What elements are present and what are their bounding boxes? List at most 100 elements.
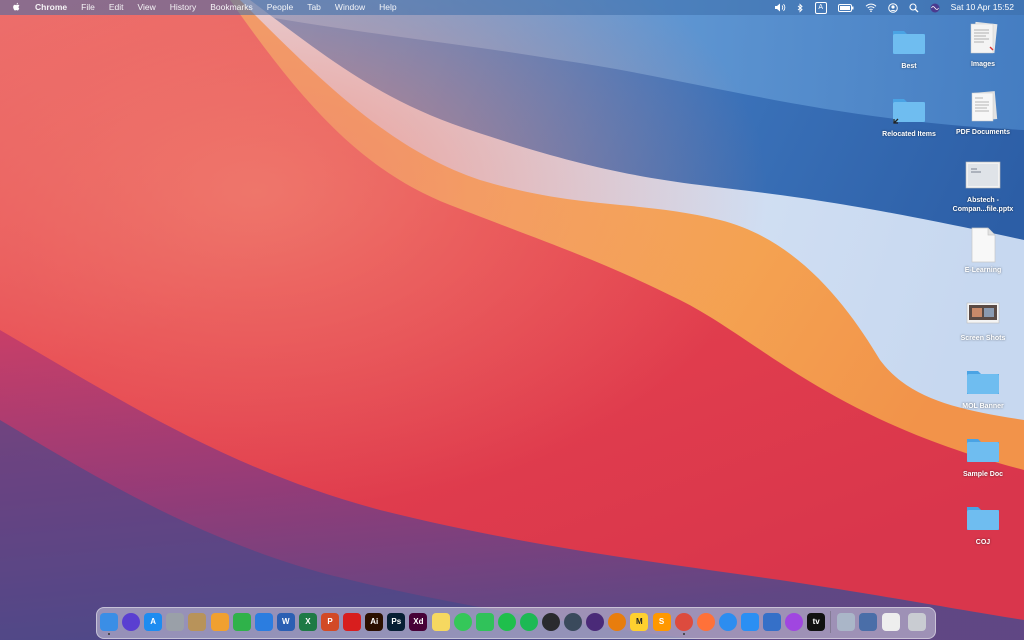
desktop-wallpaper: [0, 0, 1024, 640]
menu-view[interactable]: View: [137, 0, 155, 15]
menu-people[interactable]: People: [267, 0, 293, 15]
menu-history[interactable]: History: [170, 0, 196, 15]
dock-item-photoshop[interactable]: Ps: [387, 613, 406, 631]
dock-item-miro[interactable]: M: [630, 613, 649, 631]
dock-item-excel[interactable]: X: [298, 613, 317, 631]
miro-icon: M: [636, 617, 643, 626]
dock-item-keynote[interactable]: [254, 613, 273, 631]
wifi-icon[interactable]: [865, 3, 877, 12]
dock-item-sublime-text[interactable]: S: [652, 613, 671, 631]
dock-item-illustrator[interactable]: Ai: [365, 613, 384, 631]
word-icon: W: [282, 617, 290, 626]
desktop-item-label: Sample Doc: [962, 471, 1004, 478]
desktop-item-best[interactable]: Best: [874, 22, 944, 71]
dock-item-obs[interactable]: [542, 613, 560, 631]
dock-item-adobe-xd[interactable]: Xd: [409, 613, 428, 631]
dock-item-contacts[interactable]: [188, 613, 207, 631]
dock-item-trash[interactable]: [907, 613, 926, 631]
input-source-icon[interactable]: A: [814, 1, 827, 14]
dock-item-launchpad[interactable]: [166, 613, 185, 631]
dock-item-pages[interactable]: [210, 613, 229, 631]
dock-item-app-store[interactable]: A: [144, 613, 163, 631]
menu-file[interactable]: File: [81, 0, 95, 15]
desktop-item-pdf-documents[interactable]: PDF Documents: [948, 88, 1018, 137]
desktop-item-screen-shots[interactable]: Screen Shots: [948, 294, 1018, 343]
sublime-icon: S: [658, 617, 665, 626]
dock-item-screenshots[interactable]: [859, 613, 878, 631]
desktop-item-label: Images: [970, 61, 996, 68]
dock-item-podcasts[interactable]: [785, 613, 804, 631]
menu-edit[interactable]: Edit: [109, 0, 124, 15]
menu-bar: Chrome File Edit View History Bookmarks …: [0, 0, 1024, 15]
photoshop-icon: Ps: [391, 617, 402, 626]
folder-icon: [967, 439, 999, 462]
folder-icon: [967, 507, 999, 530]
menu-app-name[interactable]: Chrome: [35, 0, 67, 15]
dock-item-apple-tv[interactable]: tv: [807, 613, 826, 631]
excel-icon: X: [305, 617, 311, 626]
bluetooth-icon[interactable]: [797, 2, 804, 13]
desktop-item-label: Relocated Items: [882, 131, 936, 138]
xd-icon: Xd: [413, 617, 424, 626]
dock-item-downloads[interactable]: [837, 613, 856, 631]
document-stack-icon: [971, 91, 998, 122]
volume-icon[interactable]: [774, 3, 786, 12]
desktop-item-mol-banner[interactable]: MOL Banner: [948, 362, 1018, 411]
dock-item-line[interactable]: [497, 613, 516, 631]
illustrator-icon: Ai: [370, 617, 379, 626]
desktop-item-label: Best: [901, 63, 917, 70]
desktop-item-e-learning[interactable]: E-Learning: [948, 226, 1018, 275]
tv-icon: tv: [812, 617, 820, 626]
user-icon[interactable]: [887, 2, 898, 13]
app-store-icon: A: [150, 617, 157, 626]
dock-item-preview[interactable]: [763, 613, 781, 631]
menu-window[interactable]: Window: [335, 0, 365, 15]
running-indicator: [108, 633, 110, 635]
dock-item-chrome[interactable]: [674, 613, 693, 631]
siri-icon[interactable]: [930, 3, 940, 13]
folder-icon: [893, 31, 925, 54]
menu-bookmarks[interactable]: Bookmarks: [210, 0, 253, 15]
blank-document-icon: [971, 227, 996, 263]
folder-icon: [967, 371, 999, 394]
dock-item-numbers[interactable]: [232, 613, 251, 631]
apple-menu-icon[interactable]: [12, 2, 21, 12]
desktop-item-label: E-Learning: [964, 267, 1002, 274]
desktop-item-images[interactable]: Images: [948, 20, 1018, 69]
dock-item-mail[interactable]: [740, 613, 759, 631]
desktop-item-sample-doc[interactable]: Sample Doc: [948, 430, 1018, 479]
folder-alias-icon: [893, 99, 925, 124]
dock-item-quicktime[interactable]: [564, 613, 583, 631]
input-source-label: A: [814, 1, 827, 14]
desktop-item-label: PDF Documents: [955, 129, 1011, 136]
dock-item-spotify[interactable]: [519, 613, 538, 631]
dock-item-finder[interactable]: [100, 613, 118, 631]
presentation-icon: [965, 161, 1001, 189]
dock-item-acrobat[interactable]: [343, 613, 362, 631]
dock-item-siri[interactable]: [122, 613, 141, 631]
battery-icon[interactable]: [837, 3, 854, 12]
screenshot-icon: [966, 302, 1000, 324]
desktop-item-label: MOL Banner: [962, 403, 1004, 410]
dock-separator: [830, 611, 832, 633]
desktop-item-coj[interactable]: COJ: [948, 498, 1018, 547]
menu-help[interactable]: Help: [379, 0, 396, 15]
dock-item-facetime[interactable]: [475, 613, 494, 631]
menu-tab[interactable]: Tab: [307, 0, 321, 15]
dock-item-safari[interactable]: [718, 613, 737, 631]
running-indicator: [682, 633, 685, 635]
desktop-item-relocated-items[interactable]: Relocated Items: [874, 90, 944, 139]
desktop-item-label: Abstech - Compan...file.pptx: [952, 197, 1014, 213]
menubar-clock[interactable]: Sat 10 Apr 15:52: [951, 0, 1014, 15]
desktop-item-label: Screen Shots: [960, 335, 1006, 342]
powerpoint-icon: P: [327, 617, 333, 626]
dock-item-documents[interactable]: [881, 613, 900, 631]
dock-item-word[interactable]: W: [276, 613, 295, 631]
dock-item-powerpoint[interactable]: P: [321, 613, 339, 631]
dock-item-messages[interactable]: [453, 613, 472, 631]
dock-item-notes[interactable]: [431, 613, 450, 631]
dock-item-firefox[interactable]: [696, 613, 715, 631]
spotlight-icon[interactable]: [909, 2, 919, 13]
document-stack-icon: [970, 21, 998, 54]
desktop-item-presentation[interactable]: Abstech - Compan...file.pptx: [948, 156, 1018, 214]
